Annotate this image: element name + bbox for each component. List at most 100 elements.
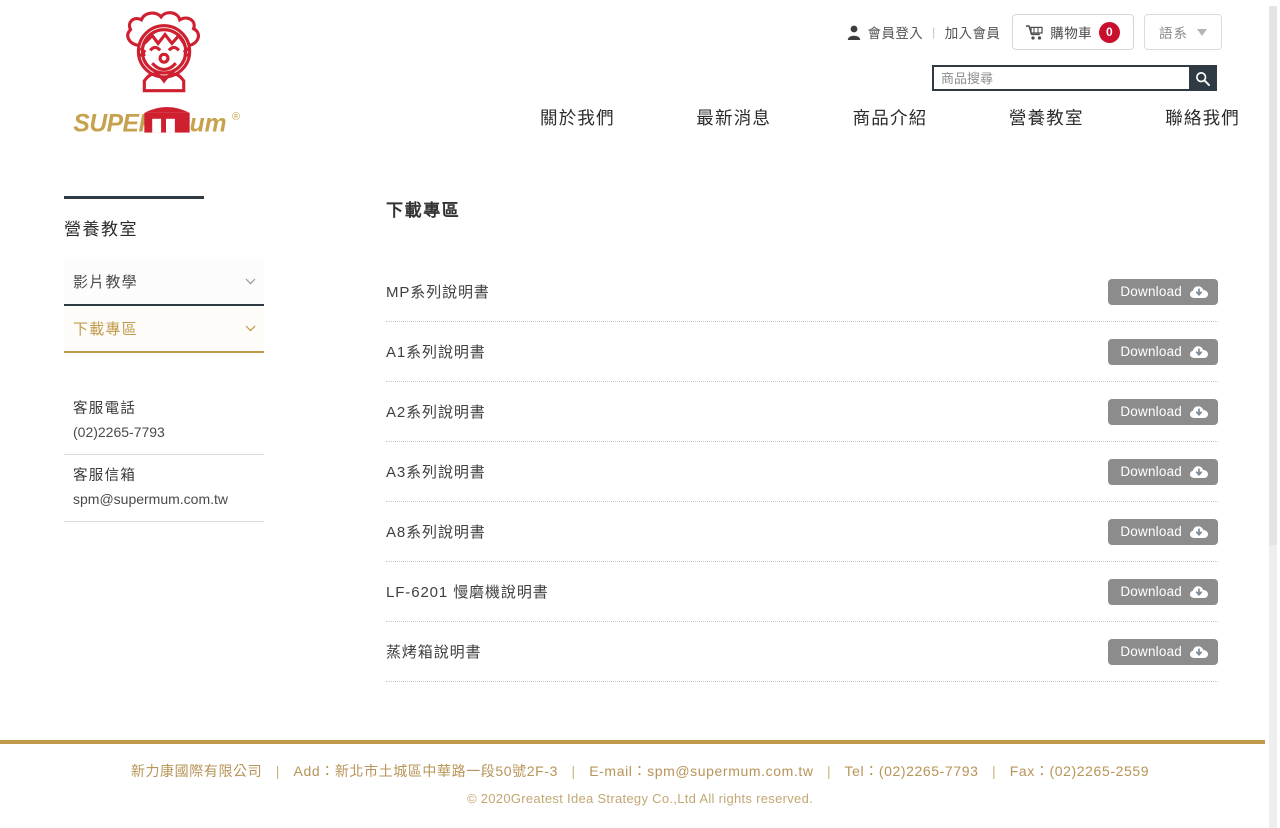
sidebar-accordion: 影片教學 下載專區 <box>64 259 264 353</box>
cloud-download-icon <box>1190 525 1208 538</box>
footer-copyright: © 2020Greatest Idea Strategy Co.,Ltd All… <box>466 791 814 806</box>
cart-button[interactable]: 購物車 0 <box>1012 14 1134 50</box>
footer-email[interactable]: spm@supermum.com.tw <box>647 763 813 779</box>
contact-phone-value: (02)2265-7793 <box>73 424 165 440</box>
footer-separator: | <box>571 763 576 779</box>
download-button[interactable]: Download <box>1108 338 1218 365</box>
download-item-name: A2系列說明書 <box>386 404 486 421</box>
footer-email-label: E-mail： <box>589 763 648 779</box>
sidebar-item-label: 影片教學 <box>73 274 138 291</box>
download-button[interactable]: Download <box>1108 578 1218 605</box>
footer-separator: | <box>827 763 832 779</box>
download-row: A2系列說明書 Download <box>386 382 1218 442</box>
download-button[interactable]: Download <box>1108 278 1218 305</box>
chevron-down-icon <box>245 278 256 285</box>
site-header: SUPER um ® 會員登入 | 加入會員 購物車 0 語系 商品搜尋 關於我… <box>0 0 1280 150</box>
download-item-name: 蒸烤箱說明書 <box>386 644 482 661</box>
download-item-name: A1系列說明書 <box>386 344 486 361</box>
cloud-download-icon <box>1190 285 1208 298</box>
page-root: SUPER um ® 會員登入 | 加入會員 購物車 0 語系 商品搜尋 關於我… <box>0 0 1280 828</box>
download-row: A1系列說明書 Download <box>386 322 1218 382</box>
sidebar-top-rule <box>64 196 204 199</box>
footer-fax-label: Fax： <box>1009 763 1050 779</box>
nav-item-nutrition-class[interactable]: 營養教室 <box>1009 105 1084 130</box>
svg-text:SUPER: SUPER <box>73 110 156 137</box>
search-icon <box>1195 71 1210 86</box>
main-navigation: 關於我們 最新消息 商品介紹 營養教室 聯絡我們 <box>540 105 1240 130</box>
nav-item-contact[interactable]: 聯絡我們 <box>1165 105 1240 130</box>
site-footer: 新力康國際有限公司 | Add：新北市土城區中華路一段50號2F-3 | E-m… <box>0 740 1280 828</box>
footer-contact-line: 新力康國際有限公司 | Add：新北市土城區中華路一段50號2F-3 | E-m… <box>0 761 1280 781</box>
download-item-name: A3系列說明書 <box>386 464 486 481</box>
chevron-down-icon <box>245 325 256 332</box>
download-button[interactable]: Download <box>1108 518 1218 545</box>
language-label: 語系 <box>1159 26 1188 41</box>
download-item-name: LF-6201 慢磨機說明書 <box>386 584 549 601</box>
person-icon <box>847 25 860 40</box>
contact-email-value: spm@supermum.com.tw <box>73 491 229 507</box>
cloud-download-icon <box>1190 465 1208 478</box>
scrollbar-thumb[interactable] <box>1269 6 1277 546</box>
download-button[interactable]: Download <box>1108 398 1218 425</box>
download-row: MP系列說明書 Download <box>386 262 1218 322</box>
supermum-mascot-icon <box>126 11 200 93</box>
scrollbar-track[interactable] <box>1265 0 1280 828</box>
member-links: 會員登入 | 加入會員 <box>847 22 1001 42</box>
download-button-label: Download <box>1120 344 1182 359</box>
footer-tel-label: Tel： <box>844 763 879 779</box>
main-column: 下載專區 MP系列說明書 Download A1系列說明書 Download A2系列說… <box>386 196 1218 682</box>
download-list: MP系列說明書 Download A1系列說明書 Download A2系列說明書 Dow… <box>386 262 1218 682</box>
download-button-label: Download <box>1120 524 1182 539</box>
download-button-label: Download <box>1120 644 1182 659</box>
cart-count-badge: 0 <box>1099 21 1120 43</box>
footer-fax: (02)2265-2559 <box>1049 763 1150 779</box>
cloud-download-icon <box>1190 645 1208 658</box>
nav-item-about[interactable]: 關於我們 <box>540 105 615 130</box>
footer-tel: (02)2265-7793 <box>878 763 979 779</box>
contact-phone-label: 客服電話 <box>73 401 137 417</box>
download-button[interactable]: Download <box>1108 458 1218 485</box>
download-button-label: Download <box>1120 464 1182 479</box>
cloud-download-icon <box>1190 345 1208 358</box>
svg-text:um: um <box>190 110 227 137</box>
svg-text:®: ® <box>232 110 240 122</box>
contact-email-label: 客服信箱 <box>73 468 137 484</box>
sidebar-item-label: 下載專區 <box>73 321 138 338</box>
member-login-link[interactable]: 會員登入 <box>868 22 924 42</box>
sidebar-contact-block: 客服電話 (02)2265-7793 客服信箱 spm@supermum.com… <box>64 388 264 522</box>
cloud-download-icon <box>1190 405 1208 418</box>
download-row: A8系列說明書 Download <box>386 502 1218 562</box>
language-selector[interactable]: 語系 <box>1144 14 1222 50</box>
footer-separator: | <box>275 763 280 779</box>
sidebar-title: 營養教室 <box>64 220 138 239</box>
cloud-download-icon <box>1190 585 1208 598</box>
sidebar: 營養教室 影片教學 下載專區 客服電話 (02)2265-7793 客服信箱 s… <box>64 196 264 522</box>
nav-item-products[interactable]: 商品介紹 <box>853 105 928 130</box>
footer-separator: | <box>991 763 997 779</box>
download-item-name: MP系列說明書 <box>386 284 490 301</box>
sidebar-item-download-area[interactable]: 下載專區 <box>64 306 264 353</box>
site-logo[interactable]: SUPER um ® <box>66 8 266 140</box>
cart-label: 購物車 <box>1050 26 1092 41</box>
utility-separator: | <box>932 25 936 39</box>
footer-address-label: Add： <box>293 763 335 779</box>
contact-phone: 客服電話 (02)2265-7793 <box>64 388 264 455</box>
download-button-label: Download <box>1120 584 1182 599</box>
download-item-name: A8系列說明書 <box>386 524 486 541</box>
download-row: LF-6201 慢磨機說明書 Download <box>386 562 1218 622</box>
search-bar <box>932 65 1217 91</box>
sidebar-item-video-lessons[interactable]: 影片教學 <box>64 259 264 306</box>
header-utility-bar: 會員登入 | 加入會員 購物車 0 語系 <box>847 14 1222 50</box>
scrollbar-thumb-lower[interactable] <box>1269 545 1277 828</box>
search-input[interactable] <box>934 67 1189 89</box>
download-button-label: Download <box>1120 284 1182 299</box>
member-join-link[interactable]: 加入會員 <box>945 22 1001 42</box>
nav-item-news[interactable]: 最新消息 <box>696 105 771 130</box>
cart-icon <box>1026 24 1043 40</box>
download-button-label: Download <box>1120 404 1182 419</box>
page-title: 下載專區 <box>386 201 461 220</box>
download-button[interactable]: Download <box>1108 638 1218 665</box>
search-button[interactable] <box>1189 67 1215 89</box>
footer-company: 新力康國際有限公司 <box>130 763 263 779</box>
supermum-wordmark: SUPER um ® <box>73 106 240 137</box>
